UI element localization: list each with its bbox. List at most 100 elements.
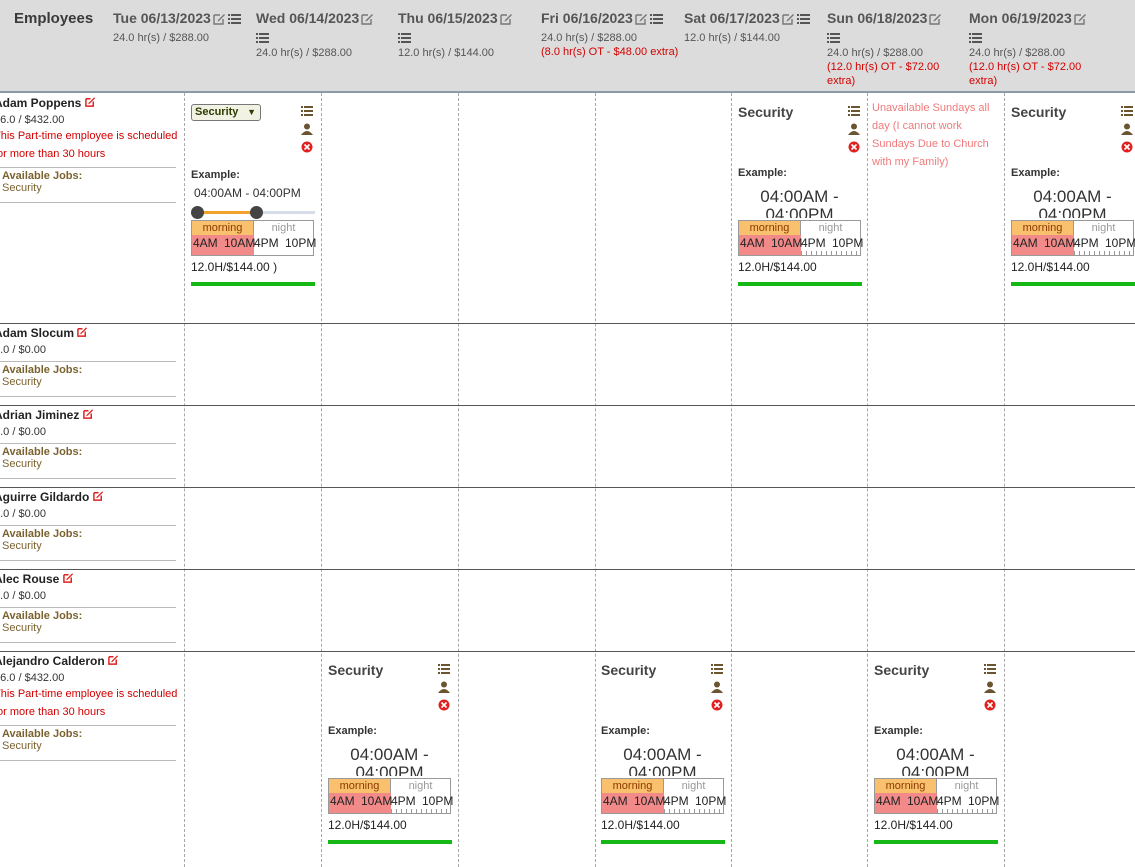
list-icon[interactable] <box>827 31 967 45</box>
available-jobs: Available Jobs: Security <box>0 525 176 561</box>
list-icon[interactable] <box>438 662 454 680</box>
timeline-tick <box>684 809 685 813</box>
edit-icon[interactable] <box>213 12 226 30</box>
slider-end-handle[interactable] <box>250 206 263 219</box>
employee-warning: This Part-time employee is scheduled <box>0 688 178 700</box>
night-segment: night <box>408 780 433 792</box>
assign-person-icon[interactable] <box>438 680 454 698</box>
example-label: Example: <box>601 725 650 737</box>
shift-cost: 12.0H/$144.00 <box>601 818 680 832</box>
edit-icon[interactable] <box>361 12 374 30</box>
list-icon[interactable] <box>969 31 1109 45</box>
available-jobs-label: Available Jobs: <box>2 446 83 458</box>
row-divider <box>0 323 1135 324</box>
employee-name[interactable]: Adrian Jiminez <box>0 408 79 422</box>
hour-label: 10PM <box>832 236 864 250</box>
available-jobs-label: Available Jobs: <box>2 170 83 182</box>
delete-icon[interactable] <box>1121 140 1135 158</box>
list-icon[interactable] <box>227 12 241 30</box>
list-icon[interactable] <box>301 104 317 122</box>
day-header: Sat 06/17/2023 12.0 hr(s) / $144.00 <box>684 10 824 45</box>
delete-icon[interactable] <box>438 698 454 716</box>
edit-icon[interactable] <box>782 12 795 30</box>
edit-employee-icon[interactable] <box>108 654 119 668</box>
hour-label: 10PM <box>1105 236 1135 250</box>
assign-person-icon[interactable] <box>301 122 317 140</box>
shift-status-bar <box>601 840 725 844</box>
night-segment: night <box>681 780 706 792</box>
timeline-tick <box>806 251 807 255</box>
timeline-tick <box>1084 251 1085 255</box>
edit-employee-icon[interactable] <box>92 490 104 504</box>
day-summary: 24.0 hr(s) / $288.00 <box>541 32 638 44</box>
hour-label: 10AM <box>224 236 256 250</box>
employee-name[interactable]: Aguirre Gildardo <box>0 490 89 504</box>
edit-icon[interactable] <box>1074 12 1087 30</box>
delete-icon[interactable] <box>301 140 317 158</box>
shift-block[interactable]: Security Example: 04:00AM - 04:00PM morning… <box>1011 104 1135 294</box>
edit-employee-icon[interactable] <box>84 96 96 110</box>
employee-cell: Adrian Jiminez 0.0 / $0.00 Available Jobs… <box>0 407 176 479</box>
morning-segment: morning <box>739 221 801 235</box>
employee-name[interactable]: Alejandro Calderon <box>0 654 105 668</box>
shift-block[interactable]: Security Example: 04:00AM - 04:00PM morning… <box>601 662 727 852</box>
timeline-tick <box>942 809 943 813</box>
assign-person-icon[interactable] <box>711 680 727 698</box>
shift-actions <box>711 662 727 716</box>
available-jobs: Available Jobs: Security <box>0 361 176 397</box>
day-summary: 24.0 hr(s) / $288.00 <box>969 47 1066 59</box>
assign-person-icon[interactable] <box>848 122 864 140</box>
assign-person-icon[interactable] <box>1121 122 1135 140</box>
job-select[interactable]: Security ▼ <box>191 104 261 121</box>
timeline-tick <box>1119 251 1120 255</box>
example-label: Example: <box>328 725 377 737</box>
delete-icon[interactable] <box>848 140 864 158</box>
edit-icon[interactable] <box>929 12 942 30</box>
night-segment: night <box>818 222 843 234</box>
hour-label: 4PM <box>937 794 962 808</box>
shift-timeline: morning night 4AM 10AM 4PM 10PM <box>1011 220 1135 256</box>
employee-name[interactable]: Adam Slocum <box>0 326 74 340</box>
list-icon[interactable] <box>398 31 538 45</box>
list-icon[interactable] <box>984 662 1000 680</box>
edit-employee-icon[interactable] <box>82 408 94 422</box>
timeline-tick <box>664 809 665 813</box>
edit-employee-icon[interactable] <box>77 326 88 340</box>
time-range-slider[interactable]: 04:00AM - 04:00PM <box>191 186 315 219</box>
list-icon[interactable] <box>256 31 396 45</box>
assign-person-icon[interactable] <box>984 680 1000 698</box>
shift-status-bar <box>191 282 315 286</box>
day-header: Sun 06/18/2023 24.0 hr(s) / $288.00 (12.0 … <box>827 10 967 88</box>
shift-block[interactable]: Security Example: 04:00AM - 04:00PM morning… <box>874 662 1000 852</box>
hour-label: 10PM <box>968 794 1000 808</box>
list-icon[interactable] <box>711 662 727 680</box>
list-icon[interactable] <box>649 12 663 30</box>
slider-start-handle[interactable] <box>191 206 204 219</box>
day-title: Thu 06/15/2023 <box>398 10 498 26</box>
hour-label: 10AM <box>771 236 803 250</box>
delete-icon[interactable] <box>711 698 727 716</box>
timeline-tick <box>1094 251 1095 255</box>
timeline-tick <box>431 809 432 813</box>
edit-employee-icon[interactable] <box>62 572 74 586</box>
hour-label: 4PM <box>254 236 279 250</box>
shift-block[interactable]: Security Example: 04:00AM - 04:00PM morning… <box>328 662 454 852</box>
shift-time: 04:00AM - 04:00PM <box>896 746 975 776</box>
timeline-tick <box>967 809 968 813</box>
list-icon[interactable] <box>848 104 864 122</box>
hour-label: 10AM <box>907 794 939 808</box>
edit-icon[interactable] <box>635 12 648 30</box>
edit-icon[interactable] <box>499 12 513 30</box>
list-icon[interactable] <box>796 12 810 30</box>
shift-job-title: Security <box>738 104 794 120</box>
delete-icon[interactable] <box>984 698 1000 716</box>
shift-cost: 12.0H/$144.00 <box>1011 260 1090 274</box>
shift-block[interactable]: Security Example: 04:00AM - 04:00PM morning… <box>738 104 864 294</box>
list-icon[interactable] <box>1121 104 1135 122</box>
overtime-note: (12.0 hr(s) OT - $72.00 extra) <box>827 61 940 87</box>
employee-name[interactable]: Alec Rouse <box>0 572 59 586</box>
row-divider <box>0 405 1135 406</box>
morning-segment: morning <box>329 779 391 793</box>
hour-label: 10PM <box>695 794 727 808</box>
employee-name[interactable]: Adam Poppens <box>0 96 81 110</box>
